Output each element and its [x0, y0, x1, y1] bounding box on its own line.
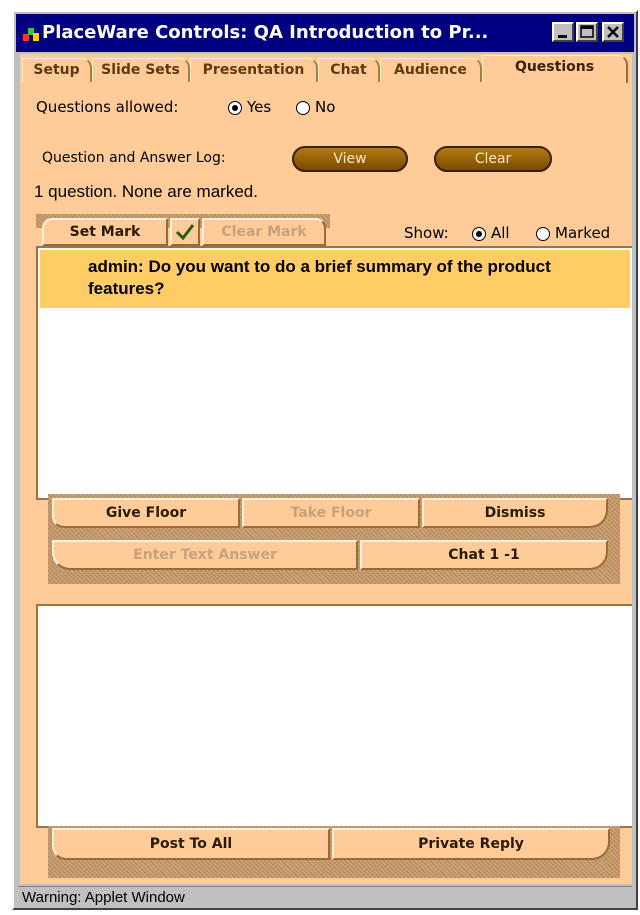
clear-mark-button[interactable]: Clear Mark	[202, 218, 326, 246]
questions-allowed-no-label: No	[315, 98, 336, 116]
show-marked-radio[interactable]	[536, 227, 550, 241]
qa-log-label: Question and Answer Log:	[42, 150, 226, 166]
check-icon	[175, 224, 195, 241]
minimize-icon	[558, 35, 567, 38]
questions-allowed-yes-radio[interactable]	[228, 101, 242, 115]
tab-label: Chat	[330, 62, 367, 78]
tab-label: Setup	[33, 62, 80, 78]
tab-audience[interactable]: Audience	[380, 58, 482, 82]
applet-warning-bar: Warning: Applet Window	[18, 886, 632, 908]
reply-text-area[interactable]	[36, 604, 632, 828]
title-bar[interactable]: PlaceWare Controls: QA Introduction to P…	[16, 14, 634, 52]
qa-log-view-button[interactable]: View	[292, 146, 408, 172]
chat-1-1-button[interactable]: Chat 1 -1	[360, 540, 608, 570]
give-floor-button[interactable]: Give Floor	[52, 498, 240, 528]
close-button[interactable]	[602, 22, 624, 42]
check-mark-indicator	[170, 218, 200, 246]
show-all-label: All	[491, 224, 510, 242]
tab-questions[interactable]: Questions	[482, 55, 628, 83]
private-reply-button[interactable]: Private Reply	[332, 828, 610, 860]
tab-slide-sets[interactable]: Slide Sets	[92, 58, 190, 82]
question-summary: 1 question. None are marked.	[34, 182, 258, 201]
take-floor-button[interactable]: Take Floor	[242, 498, 420, 528]
app-logo-icon	[23, 28, 39, 41]
qa-log-clear-button[interactable]: Clear	[434, 146, 552, 172]
list-item[interactable]: admin: Do you want to do a brief summary…	[40, 250, 630, 308]
applet-window: PlaceWare Controls: QA Introduction to P…	[12, 10, 638, 910]
tab-label: Questions	[514, 59, 595, 75]
questions-allowed-label: Questions allowed:	[36, 98, 179, 116]
questions-allowed-yes-label: Yes	[247, 98, 272, 116]
maximize-icon	[580, 25, 594, 38]
tab-presentation[interactable]: Presentation	[190, 58, 318, 82]
minimize-button[interactable]	[552, 22, 574, 42]
question-text: admin: Do you want to do a brief summary…	[88, 257, 551, 298]
enter-text-answer-button[interactable]: Enter Text Answer	[52, 540, 358, 570]
show-marked-label: Marked	[555, 224, 611, 242]
show-label: Show:	[404, 224, 449, 242]
maximize-button[interactable]	[576, 22, 598, 42]
tab-label: Audience	[394, 62, 467, 78]
tab-setup[interactable]: Setup	[22, 58, 92, 82]
set-mark-button[interactable]: Set Mark	[42, 218, 168, 246]
tab-strip: Setup Slide Sets Presentation Chat Audie…	[20, 54, 632, 83]
show-all-radio[interactable]	[472, 227, 486, 241]
close-icon	[607, 26, 619, 38]
question-list[interactable]: admin: Do you want to do a brief summary…	[36, 246, 632, 500]
post-to-all-button[interactable]: Post To All	[52, 828, 330, 860]
dismiss-button[interactable]: Dismiss	[422, 498, 608, 528]
questions-allowed-no-radio[interactable]	[296, 101, 310, 115]
window-title: PlaceWare Controls: QA Introduction to P…	[42, 22, 489, 43]
tab-chat[interactable]: Chat	[318, 58, 380, 82]
tab-label: Presentation	[202, 62, 305, 78]
tab-label: Slide Sets	[101, 62, 180, 78]
controls-panel: Setup Slide Sets Presentation Chat Audie…	[20, 54, 632, 884]
